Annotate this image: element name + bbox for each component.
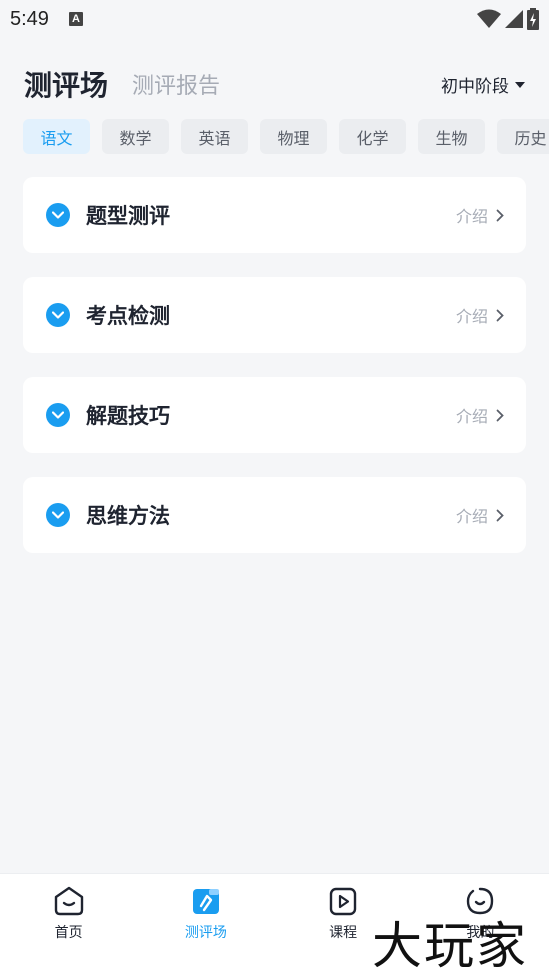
nav-label: 我的	[466, 925, 495, 941]
subject-tab-chemistry[interactable]: 化学	[339, 119, 406, 154]
intro-label: 介绍	[455, 507, 488, 526]
chevron-down-circle-icon	[46, 303, 70, 327]
card-title: 思维方法	[86, 504, 170, 528]
chevron-down-circle-icon	[46, 503, 70, 527]
chevron-right-icon	[496, 309, 504, 321]
card-title: 题型测评	[86, 204, 170, 228]
home-icon	[54, 886, 83, 916]
tab-test-arena[interactable]: 测评场	[24, 64, 108, 104]
chevron-down-circle-icon	[46, 203, 70, 227]
subject-tab-math[interactable]: 数学	[102, 119, 169, 154]
nav-profile[interactable]: 我的	[412, 886, 549, 977]
nav-home[interactable]: 首页	[0, 886, 137, 977]
intro-link[interactable]: 介绍	[456, 203, 504, 227]
header: 测评场 测评报告 初中阶段	[24, 62, 525, 106]
intro-link[interactable]: 介绍	[456, 503, 504, 527]
nav-label: 课程	[329, 925, 358, 941]
nav-label: 首页	[54, 925, 83, 941]
card-thinking-methods[interactable]: 思维方法 介绍	[23, 477, 526, 553]
test-category-list: 题型测评 介绍 考点检测 介绍 解题技巧 介绍 思维方法 介绍	[23, 177, 526, 577]
nav-test-arena[interactable]: 测评场	[137, 886, 274, 977]
subject-tab-biology[interactable]: 生物	[418, 119, 485, 154]
intro-link[interactable]: 介绍	[456, 303, 504, 327]
chevron-right-icon	[496, 409, 504, 421]
signal-icon	[505, 10, 523, 28]
status-indicators	[477, 8, 539, 30]
subject-tab-history[interactable]: 历史	[497, 119, 549, 154]
subject-tabs: 语文 数学 英语 物理 化学 生物 历史	[23, 119, 549, 154]
tab-test-report[interactable]: 测评报告	[132, 68, 220, 100]
chevron-right-icon	[496, 209, 504, 221]
intro-label: 介绍	[455, 307, 488, 326]
intro-label: 介绍	[455, 207, 488, 226]
caret-down-icon	[515, 82, 525, 88]
stage-selector[interactable]: 初中阶段	[441, 72, 525, 97]
nav-course[interactable]: 课程	[275, 886, 412, 977]
subject-tab-english[interactable]: 英语	[181, 119, 248, 154]
card-title: 解题技巧	[86, 404, 170, 428]
bottom-nav: 首页 测评场 课程 我的	[0, 873, 549, 977]
subject-tab-chinese[interactable]: 语文	[23, 119, 90, 154]
profile-icon	[467, 887, 494, 915]
course-play-icon	[329, 887, 357, 916]
subject-tab-physics[interactable]: 物理	[260, 119, 327, 154]
battery-icon	[527, 8, 539, 30]
intro-link[interactable]: 介绍	[456, 403, 504, 427]
stage-label: 初中阶段	[441, 76, 509, 97]
nav-label: 测评场	[184, 925, 227, 941]
wifi-icon	[477, 9, 501, 28]
test-arena-icon	[192, 889, 219, 914]
chevron-down-circle-icon	[46, 403, 70, 427]
card-problem-solving-skills[interactable]: 解题技巧 介绍	[23, 377, 526, 453]
card-question-type-test[interactable]: 题型测评 介绍	[23, 177, 526, 253]
card-knowledge-point-test[interactable]: 考点检测 介绍	[23, 277, 526, 353]
card-title: 考点检测	[86, 304, 170, 328]
notification-icon: A	[68, 12, 83, 26]
chevron-right-icon	[496, 509, 504, 521]
status-bar: 5:49 A	[0, 0, 549, 38]
status-time: 5:49	[10, 7, 49, 30]
intro-label: 介绍	[455, 407, 488, 426]
